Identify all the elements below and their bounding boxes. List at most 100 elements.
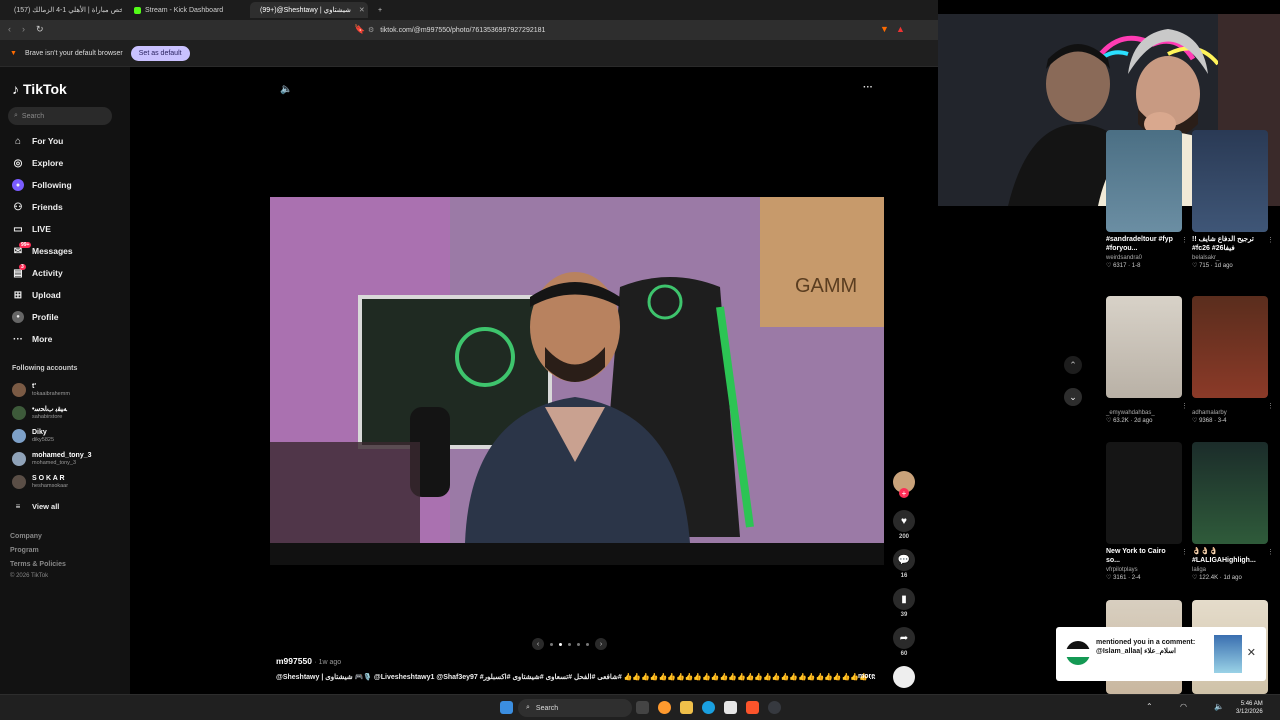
nav-messages[interactable]: ✉ 99+ Messages [12, 242, 73, 259]
more-options-icon[interactable]: ··· [863, 82, 873, 93]
card-menu-icon[interactable]: ⋮ [1267, 236, 1274, 244]
tab-label: Stream - Kick Dashboard [145, 6, 224, 14]
footer-link[interactable]: Terms & Policies [10, 561, 66, 568]
related-post-card[interactable]: adhamalarby ♡ 9368 · 3-4 ⋮ [1192, 296, 1274, 424]
scroll-down-icon[interactable]: ⌄ [1064, 388, 1082, 406]
scroll-up-icon[interactable]: ⌃ [1064, 356, 1082, 374]
card-menu-icon[interactable]: ⋮ [1181, 402, 1188, 410]
carousel-dot[interactable] [550, 642, 553, 646]
browser-tab[interactable]: Stream - Kick Dashboard [128, 2, 246, 18]
nav-live[interactable]: ▭ LIVE [12, 221, 51, 237]
brave-shield-icon[interactable]: ▼ [880, 24, 889, 34]
store-icon[interactable] [724, 701, 737, 714]
footer-link[interactable]: Program [10, 547, 39, 554]
view-all-link[interactable]: ≡ View all [12, 498, 60, 514]
avatar [12, 383, 26, 397]
taskbar-clock[interactable]: 5:46 AM 3/12/2026 [1236, 700, 1263, 716]
account-item[interactable]: Diky diky5825 [12, 427, 54, 445]
card-menu-icon[interactable]: ⋮ [1267, 548, 1274, 556]
related-posts-panel: ⌃ ⌄ #sandradeltour #fyp #foryou... weird… [938, 130, 1280, 694]
close-icon[interactable]: ✕ [1247, 646, 1256, 659]
heart-outline-icon: ♡ [1192, 575, 1198, 581]
share-button[interactable]: ➦ 60 [892, 627, 916, 657]
related-post-card[interactable]: New York to Cairo so... vfrpilotplays ♡ … [1106, 442, 1188, 581]
obs-icon[interactable] [768, 701, 781, 714]
activity-icon: ▤ 3 [13, 264, 26, 279]
nav-explore[interactable]: ◎ Explore [12, 155, 64, 171]
taskbar-search[interactable]: ⌕ Search [518, 699, 632, 717]
post-author[interactable]: m997550 · 1w ago [276, 656, 341, 666]
address-input[interactable]: ⚙ tiktok.com/@m997550/photo/761353699792… [368, 23, 908, 37]
upload-icon: ⊞ [13, 289, 23, 301]
carousel-dot[interactable] [586, 642, 589, 646]
account-item[interactable]: mohamed_tony_3 mohamed_tony_3 [12, 450, 92, 468]
edge-icon[interactable] [702, 701, 715, 714]
account-item[interactable]: •ﻪﻴﻘﺑ ﺏﺎﺤﺳ sahabirstore [12, 404, 67, 422]
comment-button[interactable]: 💬 16 [892, 549, 916, 579]
url-text: tiktok.com/@m997550/photo/76135369979272… [380, 26, 546, 34]
wifi-icon[interactable]: ◠ [1180, 702, 1187, 711]
nav-friends[interactable]: ⚇ Friends [12, 199, 63, 215]
like-button[interactable]: ♥ 200 [892, 510, 916, 540]
heart-outline-icon: ♡ [1192, 418, 1198, 424]
nav-more[interactable]: ··· More [12, 331, 52, 347]
post-caption: @Sheshtawy | شيشتاوى 🎮🎙️ @Livesheshtawy1… [276, 674, 876, 681]
windows-start-icon[interactable] [500, 701, 513, 714]
account-item[interactable]: S O K A Rheshamsokaar [12, 473, 68, 491]
photo-bottom-strip [270, 543, 884, 565]
task-view-icon[interactable] [636, 701, 649, 714]
nav-for-you[interactable]: ⌂ For You [12, 133, 63, 149]
prev-slide-icon[interactable]: ‹ [532, 638, 544, 650]
save-button[interactable]: ▮ 39 [892, 588, 916, 618]
related-post-card[interactable]: 👌🏻👌🏻👌🏻 #LALIGAHighligh... laliga ♡ 122.4… [1192, 442, 1274, 581]
reload-icon[interactable]: ↻ [36, 24, 44, 35]
nav-profile[interactable]: ● Profile [12, 309, 58, 325]
brave-rewards-icon[interactable]: ▲ [896, 24, 905, 34]
photo-illustration: GAMM [270, 197, 884, 543]
infobar-text: Brave isn't your default browser [24, 49, 123, 57]
file-explorer-icon[interactable] [680, 701, 693, 714]
related-post-card[interactable]: !! ترجيح الدفاع شايف #fc26 #فيفا26 belal… [1192, 130, 1274, 269]
tray-chevron-icon[interactable]: ⌃ [1146, 702, 1153, 711]
tiktok-logo[interactable]: ♪ TikTok [12, 81, 67, 97]
post-thumbnail [1106, 442, 1182, 544]
account-item[interactable]: t' tokaaibrahemm [12, 381, 70, 399]
card-menu-icon[interactable]: ⋮ [1181, 548, 1188, 556]
carousel-dot[interactable] [568, 642, 571, 646]
follow-plus-icon[interactable]: + [899, 488, 909, 498]
author-avatar-button[interactable]: + [892, 471, 916, 498]
app-icon[interactable] [658, 701, 671, 714]
kick-icon [134, 6, 141, 14]
music-disc-button[interactable] [892, 666, 916, 688]
related-post-card[interactable]: #sandradeltour #fyp #foryou... weirdsand… [1106, 130, 1188, 269]
speaker-icon[interactable]: 🔈 [1214, 702, 1224, 711]
brave-taskbar-icon[interactable] [746, 701, 759, 714]
new-tab-button[interactable]: + [372, 2, 386, 18]
search-icon: ⌕ [526, 704, 530, 711]
nav-following[interactable]: ● Following [12, 177, 72, 193]
card-menu-icon[interactable]: ⋮ [1267, 402, 1274, 410]
search-input[interactable]: ⌕ Search [8, 107, 112, 125]
footer-link[interactable]: Company [10, 533, 42, 540]
avatar [12, 429, 26, 443]
set-default-button[interactable]: Set as default [130, 45, 190, 61]
forward-icon[interactable]: › [22, 24, 25, 34]
bookmark-icon[interactable]: 🔖 [354, 24, 365, 35]
card-menu-icon[interactable]: ⋮ [1181, 236, 1188, 244]
caption-more-link[interactable]: more [858, 673, 875, 680]
browser-tab[interactable]: (157) ملخص مباراة | الأهلي 1-4 الزمالك [4, 2, 122, 18]
post-thumbnail [1192, 442, 1268, 544]
photo-slide[interactable]: GAMM [270, 197, 884, 543]
notification-toast[interactable]: mentioned you in a comment: @Islam_allaa… [1056, 627, 1266, 681]
related-post-card[interactable]: _emywahdahbas_ ♡ 63.2K · 2d ago ⋮ [1106, 296, 1188, 424]
back-icon[interactable]: ‹ [8, 24, 11, 34]
heart-icon: ♥ [893, 510, 915, 532]
carousel-dot[interactable] [577, 642, 580, 646]
carousel-dot-active[interactable] [559, 642, 562, 646]
close-tab-icon[interactable]: ✕ [359, 6, 365, 14]
browser-tab-active[interactable]: (99+)@Sheshtawy | شيشتاوي ✕ [250, 2, 368, 18]
nav-upload[interactable]: ⊞ Upload [12, 287, 61, 303]
nav-activity[interactable]: ▤ 3 Activity [12, 264, 63, 281]
volume-icon[interactable]: 🔈 [280, 84, 292, 95]
next-slide-icon[interactable]: › [595, 638, 607, 650]
